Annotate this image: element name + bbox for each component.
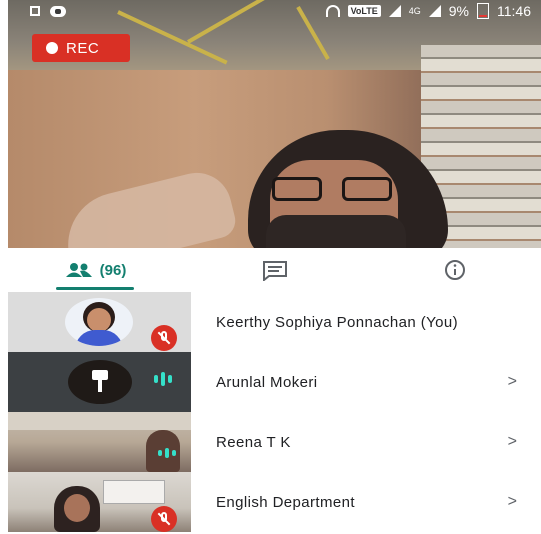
participant-row[interactable]: Reena T K > — [0, 412, 541, 472]
chevron-right-icon[interactable]: > — [508, 412, 517, 472]
mic-off-icon — [151, 325, 177, 351]
network-type: 4G — [408, 6, 421, 16]
participant-row[interactable]: Keerthy Sophiya Ponnachan (You) — [0, 292, 541, 352]
speaking-indicator-icon — [158, 448, 176, 458]
mic-off-icon — [151, 506, 177, 532]
participant-name: Arunlal Mokeri — [216, 373, 318, 391]
active-tab-indicator — [56, 287, 134, 290]
avatar — [65, 298, 133, 346]
avatar — [54, 486, 100, 532]
signal-icon — [388, 5, 401, 17]
participant-tile — [8, 292, 191, 352]
participant-name: Keerthy Sophiya Ponnachan (You) — [216, 313, 459, 331]
record-dot-icon — [46, 42, 58, 54]
recording-label: REC — [66, 39, 100, 57]
tab-info[interactable] — [435, 248, 475, 292]
tab-people[interactable]: (96) — [50, 248, 140, 292]
chevron-right-icon[interactable]: > — [508, 472, 517, 532]
signal-icon — [428, 5, 441, 17]
info-icon — [445, 260, 465, 280]
notification-icon — [50, 6, 66, 17]
participant-row[interactable]: Arunlal Mokeri > — [0, 352, 541, 412]
volte-badge: VoLTE — [347, 5, 381, 17]
headset-icon — [325, 5, 340, 17]
panel-tabs: (96) — [0, 248, 541, 292]
participant-tile — [8, 472, 191, 532]
clock: 11:46 — [497, 3, 531, 19]
battery-percent: 9% — [448, 3, 469, 19]
speaker-hand — [57, 165, 239, 248]
speaker-beard — [266, 215, 406, 248]
status-bar: VoLTE 4G 9% 11:46 — [0, 0, 541, 24]
recording-badge: REC — [32, 34, 130, 62]
participant-row[interactable]: English Department > — [0, 472, 541, 532]
avatar — [68, 360, 132, 404]
speaking-indicator-icon — [154, 372, 172, 386]
participant-count: (96) — [99, 261, 127, 279]
speaker-glasses — [270, 177, 396, 203]
chat-icon — [263, 261, 287, 281]
participant-tile — [8, 412, 191, 472]
participant-name: English Department — [216, 493, 355, 511]
tab-chat[interactable] — [255, 248, 295, 292]
participant-tile — [8, 352, 191, 412]
battery-icon — [477, 3, 489, 19]
people-icon — [65, 263, 92, 277]
participant-name: Reena T K — [216, 433, 291, 451]
chevron-right-icon[interactable]: > — [508, 352, 517, 412]
screenshot-icon — [30, 6, 40, 16]
